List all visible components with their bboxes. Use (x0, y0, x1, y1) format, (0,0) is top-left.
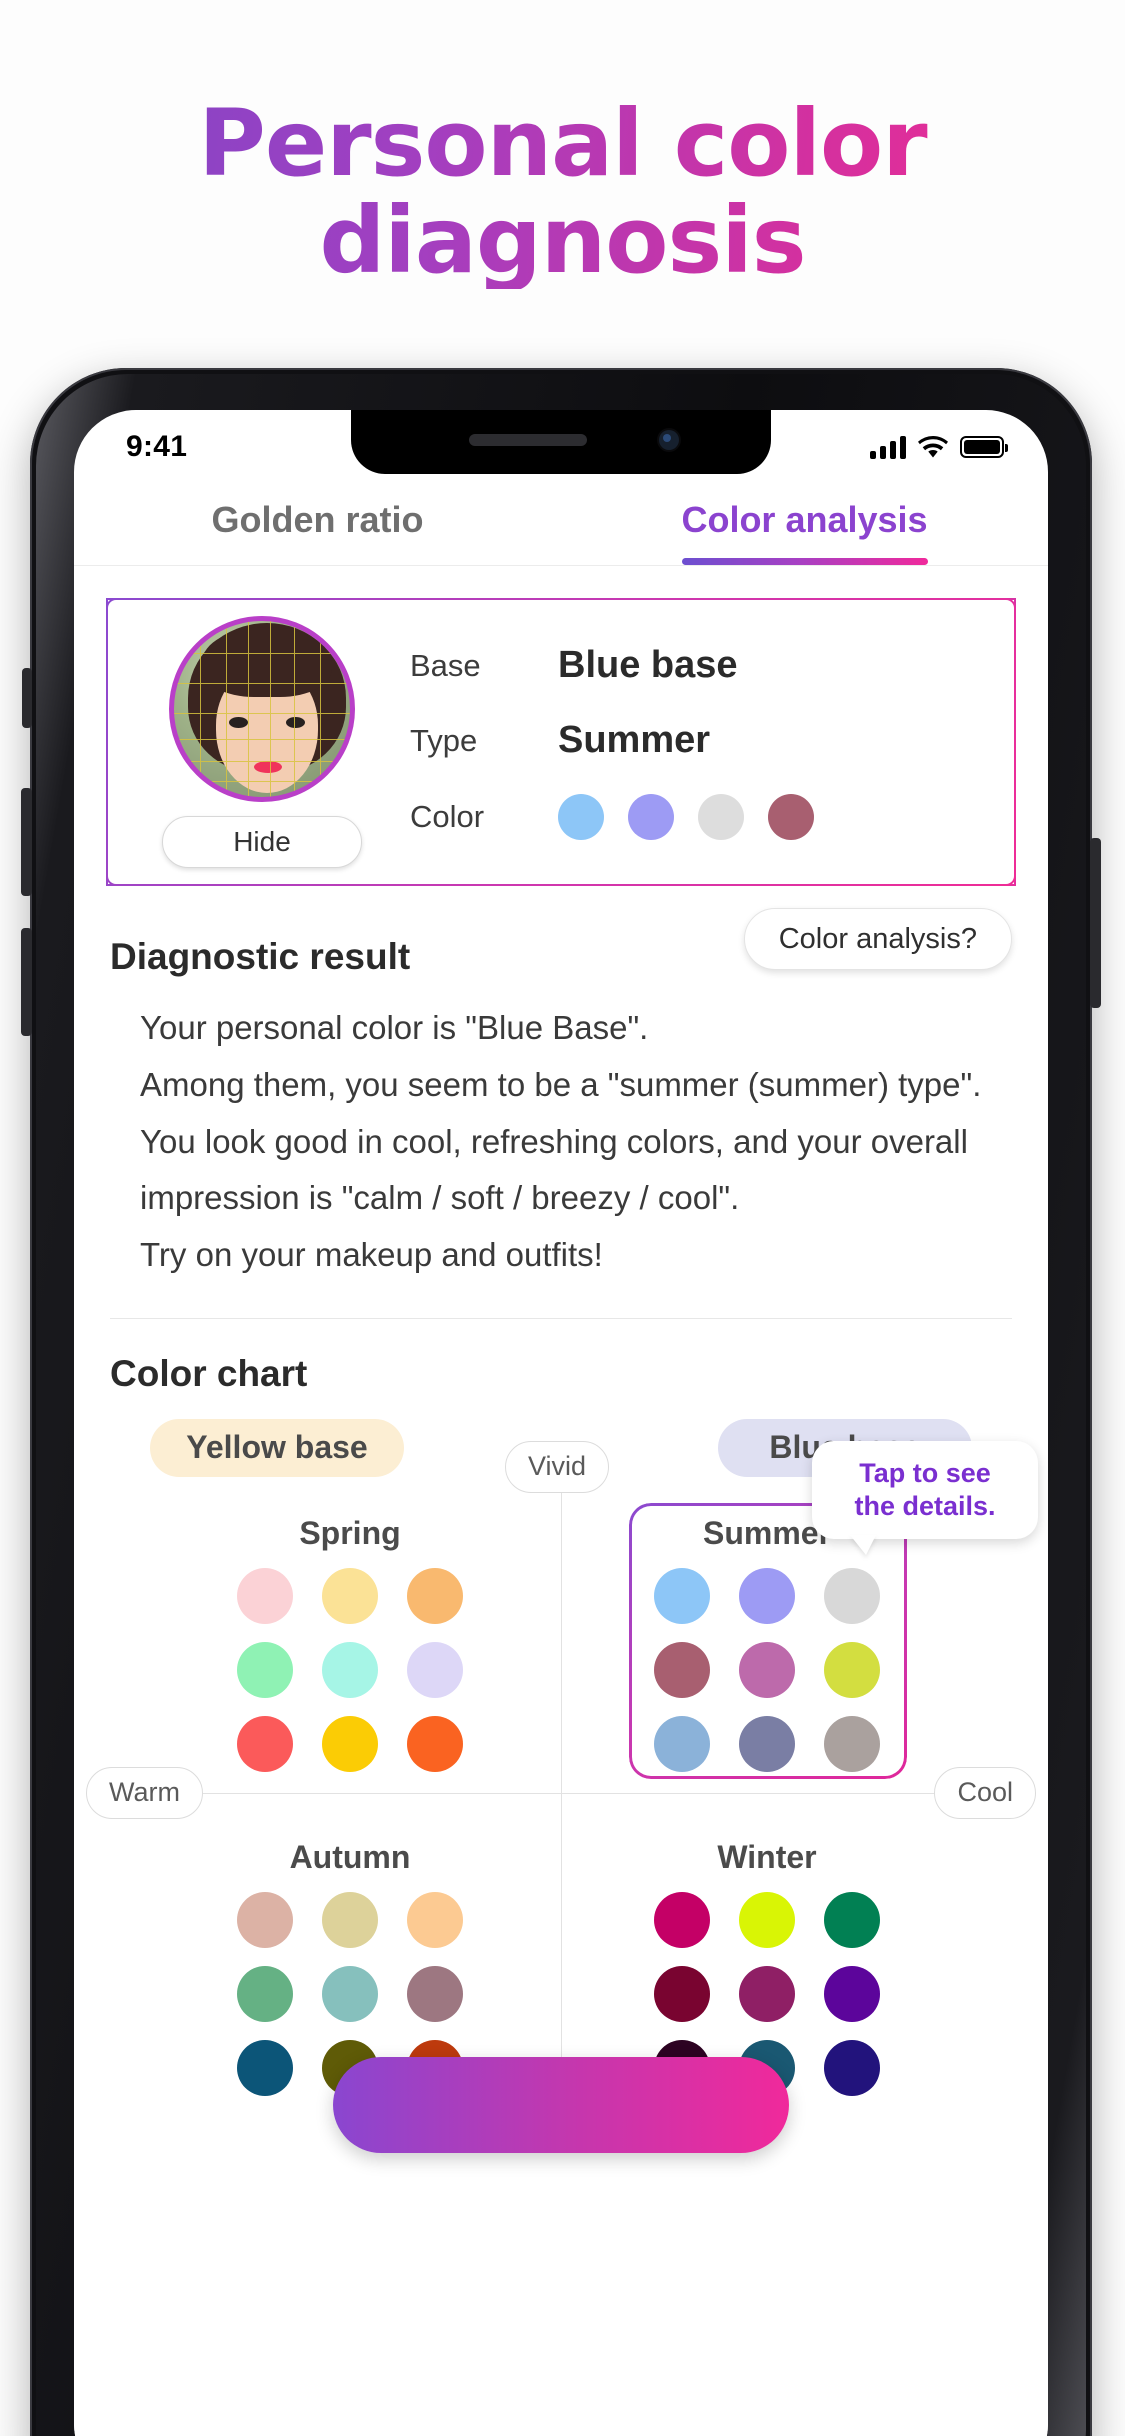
color-analysis-help-button[interactable]: Color analysis? (743, 908, 1012, 970)
spring-dot-0 (237, 1567, 294, 1624)
winter-dot-1 (738, 1891, 795, 1948)
spring-dot-8 (406, 1715, 463, 1772)
quadrant-autumn-label: Autumn (289, 1838, 411, 1875)
result-card: Hide Base Blue base Type Summer Color (106, 598, 1016, 886)
volume-down-button[interactable] (21, 928, 32, 1036)
base-label: Base (410, 647, 481, 683)
spring-dot-7 (321, 1715, 378, 1772)
result-row-type: Type Summer (410, 719, 1014, 762)
phone-screen: 9:41 Golden ratio Color analysis Hide Ba… (74, 410, 1048, 2436)
result-row-base: Base Blue base (410, 644, 1014, 687)
result-row-color: Color (410, 794, 1014, 840)
color-chart: Yellow base Blue base Vivid Warm Cool Sp… (74, 1418, 1048, 2153)
summer-dot-4 (738, 1641, 795, 1698)
result-color-swatch-1 (628, 794, 674, 840)
yellow-base-pill: Yellow base (150, 1418, 404, 1477)
chart-horizontal-axis (110, 1792, 1012, 1794)
app-content: Golden ratio Color analysis Hide Base Bl… (74, 474, 1048, 2436)
earpiece-speaker-icon (469, 434, 587, 446)
volume-up-button[interactable] (21, 788, 32, 896)
mute-switch[interactable] (22, 668, 32, 728)
quadrant-spring-label: Spring (299, 1514, 401, 1551)
type-value: Summer (558, 719, 711, 761)
result-color-swatch-3 (768, 794, 814, 840)
app-store-screenshot: Personal color diagnosis 9:41 Golden rat… (0, 0, 1125, 2436)
summer-dot-8 (823, 1715, 880, 1772)
diagnostic-line-0: Your personal color is "Blue Base". (140, 1009, 649, 1046)
autumn-dot-0 (237, 1891, 294, 1948)
spring-dot-1 (321, 1567, 378, 1624)
power-button[interactable] (1090, 838, 1101, 1008)
primary-action-button[interactable] (333, 2056, 789, 2153)
tab-golden-ratio[interactable]: Golden ratio (74, 474, 561, 565)
headline-line-2: diagnosis (319, 186, 806, 294)
color-chart-title: Color chart (110, 1352, 308, 1394)
section-divider (110, 1317, 1012, 1319)
tap-to-see-details-tooltip: Tap to see the details. (812, 1440, 1038, 1539)
cool-axis-pill: Cool (934, 1766, 1036, 1819)
winter-dot-8 (823, 2039, 880, 2096)
winter-dot-2 (823, 1891, 880, 1948)
status-bar-time: 9:41 (126, 430, 188, 463)
summer-dot-1 (738, 1567, 795, 1624)
color-label: Color (410, 799, 485, 834)
winter-dot-5 (823, 1965, 880, 2022)
autumn-dot-3 (237, 1965, 294, 2022)
summer-dot-7 (738, 1715, 795, 1772)
summer-dot-6 (654, 1715, 711, 1772)
wifi-icon (918, 435, 948, 459)
status-bar-indicators (870, 435, 1008, 459)
battery-full-icon (960, 436, 1008, 458)
spring-dot-3 (237, 1641, 294, 1698)
result-rows: Base Blue base Type Summer Color (392, 644, 1014, 840)
avatar-block: Hide (132, 616, 392, 868)
winter-dot-4 (738, 1965, 795, 2022)
spring-dot-2 (406, 1567, 463, 1624)
result-color-swatch-0 (558, 794, 604, 840)
headline-line-1: Personal color (198, 90, 927, 197)
diagnostic-line-1: Among them, you seem to be a "summer (su… (140, 1065, 982, 1103)
cellular-bars-icon (870, 435, 906, 459)
avatar (169, 616, 355, 802)
warm-axis-pill: Warm (86, 1766, 203, 1819)
vivid-axis-pill: Vivid (505, 1440, 610, 1493)
autumn-dot-6 (237, 2039, 294, 2096)
color-swatch-row (558, 794, 814, 840)
phone-mockup: 9:41 Golden ratio Color analysis Hide Ba… (21, 368, 1101, 2436)
chart-vertical-axis (561, 1456, 562, 2119)
tooltip-line-1: Tap to see (859, 1457, 991, 1488)
tooltip-line-2: the details. (854, 1490, 996, 1521)
autumn-dot-4 (321, 1965, 378, 2022)
hide-button[interactable]: Hide (162, 816, 362, 868)
notch (351, 410, 771, 474)
diagnostic-line-3: Try on your makeup and outfits! (140, 1236, 603, 1273)
summer-dot-3 (654, 1641, 711, 1698)
diagnostic-result-text: Your personal color is "Blue Base". Among… (74, 978, 1048, 1284)
page-title: Personal color diagnosis (0, 96, 1125, 289)
autumn-dot-5 (406, 1965, 463, 2022)
base-value: Blue base (558, 644, 738, 686)
quadrant-winter-label: Winter (717, 1838, 817, 1875)
quadrant-summer[interactable]: Summer (651, 1515, 883, 1772)
type-label: Type (410, 722, 478, 758)
tab-color-analysis[interactable]: Color analysis (561, 474, 1048, 565)
spring-dot-4 (321, 1641, 378, 1698)
summer-dot-0 (654, 1567, 711, 1624)
summer-dot-2 (823, 1567, 880, 1624)
result-color-swatch-2 (698, 794, 744, 840)
autumn-dot-2 (406, 1891, 463, 1948)
spring-dot-6 (237, 1715, 294, 1772)
autumn-dot-1 (321, 1891, 378, 1948)
face-grid-overlay-icon (174, 621, 350, 797)
quadrant-summer-dots (651, 1567, 883, 1772)
spring-dot-5 (406, 1641, 463, 1698)
winter-dot-3 (654, 1965, 711, 2022)
diagnostic-line-2: You look good in cool, refreshing colors… (140, 1122, 968, 1217)
quadrant-spring-dots (234, 1567, 466, 1772)
winter-dot-0 (654, 1891, 711, 1948)
front-camera-icon (659, 430, 679, 450)
tab-bar: Golden ratio Color analysis (74, 474, 1048, 566)
summer-dot-5 (823, 1641, 880, 1698)
quadrant-spring[interactable]: Spring (234, 1515, 466, 1772)
